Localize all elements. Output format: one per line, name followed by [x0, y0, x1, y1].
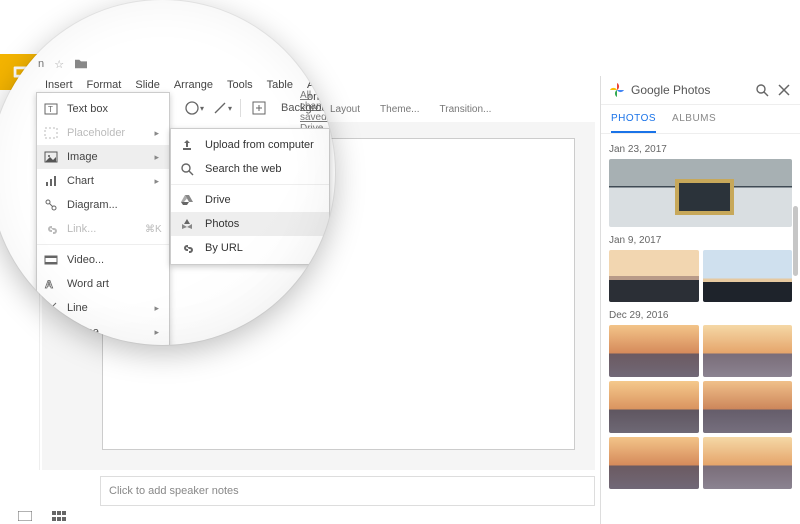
background-button[interactable]: Background...	[275, 102, 335, 114]
star-icon[interactable]: ☆	[52, 57, 66, 71]
google-photos-logo-icon	[609, 82, 625, 98]
tab-photos[interactable]: PHOTOS	[611, 105, 656, 133]
insert-textbox[interactable]: TText box	[37, 97, 169, 121]
menu-addons[interactable]: Add-ons	[300, 76, 335, 106]
doc-title-row: n ☆	[38, 54, 88, 74]
photos-tabs: PHOTOS ALBUMS	[601, 105, 800, 134]
transition-button[interactable]: Transition...	[440, 104, 492, 115]
photo-thumbnail[interactable]	[703, 381, 793, 433]
photo-thumbnail[interactable]	[609, 250, 699, 302]
menu-tools[interactable]: Tools	[220, 76, 260, 106]
google-photos-panel: Google Photos PHOTOS ALBUMS Jan 23, 2017…	[600, 76, 800, 524]
toolbar: ▾ ▾ Background...	[38, 94, 335, 122]
photo-group-date: Jan 23, 2017	[609, 144, 792, 155]
slides-app-icon[interactable]	[0, 54, 42, 90]
menu-table[interactable]: Table	[260, 76, 300, 106]
filmstrip-view-icon[interactable]	[52, 511, 66, 521]
scrollbar-thumb[interactable]	[793, 206, 798, 276]
grid-view-icon[interactable]	[18, 511, 32, 521]
slide-thumbnail-strip[interactable]	[0, 122, 40, 470]
svg-text:T: T	[48, 105, 53, 114]
new-slide-icon[interactable]	[247, 96, 271, 120]
tab-albums[interactable]: ALBUMS	[672, 105, 716, 133]
photo-thumbnail[interactable]	[609, 437, 699, 489]
shape-tool-icon[interactable]: ▾	[182, 96, 206, 120]
menu-arrange[interactable]: Arrange	[167, 76, 220, 106]
photo-thumbnail[interactable]	[703, 437, 793, 489]
photo-thumbnail[interactable]	[609, 159, 792, 227]
theme-button[interactable]: Theme...	[380, 104, 419, 115]
menu-bar: Insert Format Slide Arrange Tools Table …	[38, 76, 335, 106]
folder-icon[interactable]	[74, 57, 88, 71]
view-mode-bar	[0, 508, 120, 524]
menu-insert[interactable]: Insert	[38, 76, 80, 106]
slide-canvas[interactable]	[42, 122, 595, 470]
line-tool-icon[interactable]: ▾	[210, 96, 234, 120]
photo-thumbnail[interactable]	[609, 381, 699, 433]
layout-button[interactable]: Layout	[330, 104, 360, 115]
speaker-notes[interactable]: Click to add speaker notes	[100, 476, 595, 506]
slide-option-row: Layout Theme... Transition...	[330, 104, 491, 115]
photo-thumbnail[interactable]	[609, 325, 699, 377]
search-icon[interactable]	[754, 82, 770, 98]
panel-title: Google Photos	[631, 83, 748, 97]
photo-group-date: Jan 9, 2017	[609, 235, 792, 246]
menu-format[interactable]: Format	[80, 76, 129, 106]
photo-thumbnail[interactable]	[703, 325, 793, 377]
menu-slide[interactable]: Slide	[128, 76, 166, 106]
text-box-icon: T	[43, 101, 59, 117]
slides-logo-icon	[10, 61, 32, 83]
photos-scroll[interactable]: Jan 23, 2017 Jan 9, 2017 Dec 29, 2016	[601, 134, 800, 524]
slide[interactable]	[102, 138, 575, 450]
photo-group-date: Dec 29, 2016	[609, 310, 792, 321]
close-icon[interactable]	[776, 82, 792, 98]
photo-thumbnail[interactable]	[703, 250, 793, 302]
